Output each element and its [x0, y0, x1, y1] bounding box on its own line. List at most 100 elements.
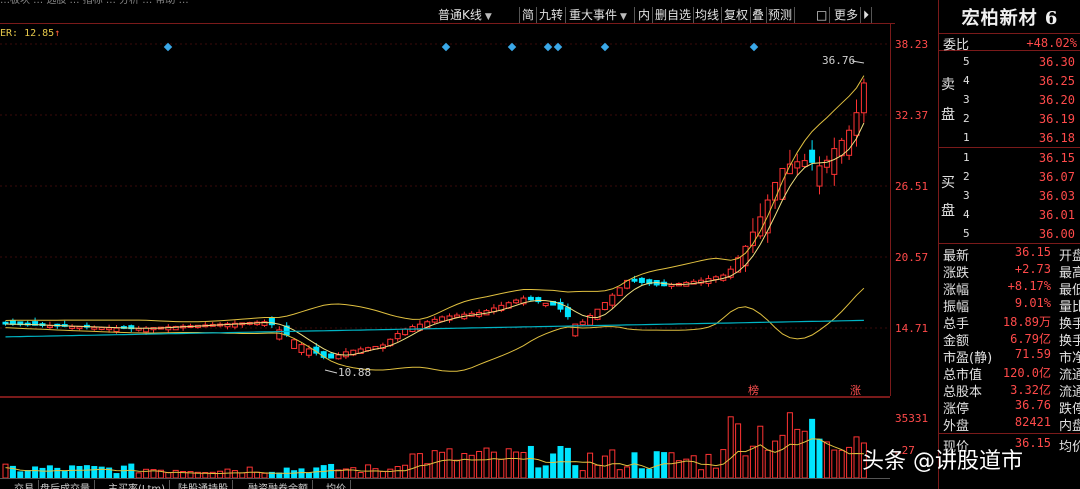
adjust-price-button[interactable]: 复权 [722, 7, 752, 23]
volume-bar [24, 470, 31, 478]
sell-price[interactable]: 36.19 [1039, 112, 1075, 126]
stat-label: 外盘 [943, 419, 970, 434]
candle [794, 161, 801, 169]
volume-bar [2, 463, 9, 478]
candle [453, 314, 460, 318]
sell-price[interactable]: 36.30 [1039, 55, 1075, 69]
buy-price[interactable]: 36.07 [1039, 170, 1075, 184]
volume-bar [505, 448, 512, 478]
buy-price[interactable]: 36.01 [1039, 208, 1075, 222]
buy-price[interactable]: 36.00 [1039, 227, 1075, 241]
more-button[interactable]: 更多 [832, 7, 862, 23]
buy-level: 2 [963, 170, 970, 183]
tab-average-price[interactable]: 均价 [322, 480, 351, 489]
volume-bar [476, 450, 483, 478]
nine-turn-button[interactable]: 九转 [537, 7, 567, 23]
window-icon[interactable]: □ [814, 7, 831, 23]
tab-northbound-holdings[interactable]: 陆股通持股 [174, 480, 233, 489]
volume-bar [846, 446, 853, 478]
kline-chart[interactable]: 36.76 10.88 榜 涨 [0, 24, 890, 396]
volume-bar [661, 452, 668, 478]
sell-price[interactable]: 36.18 [1039, 131, 1075, 145]
stat-row: 最新 36.15 开盘 [939, 245, 1080, 264]
candle [305, 348, 312, 356]
stat-value: 18.89万 [1002, 315, 1051, 329]
price-tick: 38.23 [895, 38, 929, 51]
stat-value: 120.0亿 [1002, 366, 1051, 380]
candle [631, 278, 638, 282]
volume-bar [542, 465, 549, 478]
candle [106, 327, 113, 331]
tab-margin-balance[interactable]: 融资融券余额 [244, 480, 313, 489]
inner-button[interactable]: 内 [636, 7, 654, 23]
candle [328, 353, 335, 359]
buy-price[interactable]: 36.03 [1039, 189, 1075, 203]
volume-bar [749, 445, 756, 478]
stat-row: 总股本 3.32亿 流通 [939, 381, 1080, 400]
moving-average-button[interactable]: 均线 [693, 7, 723, 23]
volume-bar [572, 465, 579, 478]
candle [527, 296, 534, 301]
overlay-button[interactable]: 叠 [750, 7, 768, 23]
stat-row: 涨停 36.76 跌停 [939, 398, 1080, 417]
tab-volume[interactable]: …交易 [0, 480, 39, 489]
candle [76, 326, 83, 330]
stat-value: 9.01% [1014, 296, 1051, 310]
list-event-badge[interactable]: 榜 [748, 383, 759, 396]
buy-price[interactable]: 36.15 [1039, 151, 1075, 165]
sell-label: 卖 [941, 77, 955, 93]
kline-type-select[interactable]: 普通K线 ▼ [436, 7, 520, 23]
low-pointer [324, 369, 338, 374]
volume-bar [461, 453, 468, 478]
candle [616, 287, 623, 296]
limit-up-event-badge[interactable]: 涨 [850, 384, 861, 396]
forecast-button[interactable]: 预测 [766, 7, 796, 23]
volume-bar [490, 451, 497, 478]
volume-bar [601, 455, 608, 478]
volume-bar [83, 465, 90, 478]
indicator-tab-bar: …交易 盘后成交量 主买率(Ltm) 陆股通持股 融资融券余额 均价 [0, 478, 890, 489]
stat-row: 外盘 82421 内盘 [939, 415, 1080, 434]
volume-bar [424, 463, 431, 478]
buy-label: 盘 [941, 203, 955, 219]
price-axis: 38.23 32.37 26.51 20.57 14.71 35331 …27 [890, 24, 938, 457]
sell-level: 2 [963, 112, 970, 125]
volume-bar [313, 467, 320, 478]
buy-level: 4 [963, 208, 970, 221]
volume-bar [76, 465, 83, 478]
tab-active-buy-rate[interactable]: 主买率(Ltm) [104, 480, 171, 489]
volume-bar [564, 447, 571, 478]
stat-value: 82421 [1014, 415, 1051, 429]
volume-bar [387, 468, 394, 478]
candle [638, 277, 645, 283]
volume-chart[interactable] [0, 398, 890, 478]
sell-level: 5 [963, 55, 970, 68]
event-diamond-icon[interactable] [441, 42, 451, 52]
watermark: 头条 @讲股道市 [862, 449, 1023, 474]
event-diamond-icon[interactable] [507, 42, 517, 52]
price-tick: 14.71 [895, 322, 929, 335]
volume-bar [128, 463, 135, 478]
volume-bar [698, 469, 705, 478]
volume-bar [32, 466, 39, 478]
event-diamond-icon[interactable] [600, 42, 610, 52]
panel-toggle-icon[interactable]: ⏵ [861, 7, 873, 23]
volume-bar [98, 466, 105, 478]
volume-bar [513, 451, 520, 478]
stat-label-secondary: 内盘 [1059, 419, 1080, 434]
major-events-select[interactable]: 重大事件 ▼ [567, 7, 635, 23]
candle [801, 160, 808, 167]
volume-bars-group [2, 412, 867, 478]
sell-price[interactable]: 36.20 [1039, 93, 1075, 107]
stat-value: 36.15 [1014, 245, 1051, 259]
simplified-button[interactable]: 简 [520, 7, 538, 23]
buy-level: 3 [963, 189, 970, 202]
sell-price[interactable]: 36.25 [1039, 74, 1075, 88]
buy-level: 1 [963, 151, 970, 164]
tab-after-hours-volume[interactable]: 盘后成交量 [36, 480, 95, 489]
volume-bar [69, 465, 76, 478]
order-ratio-value: +48.02% [1026, 36, 1077, 50]
remove-watchlist-button[interactable]: 删自选 [653, 7, 695, 23]
candle [779, 167, 786, 200]
volume-bar [350, 467, 357, 478]
